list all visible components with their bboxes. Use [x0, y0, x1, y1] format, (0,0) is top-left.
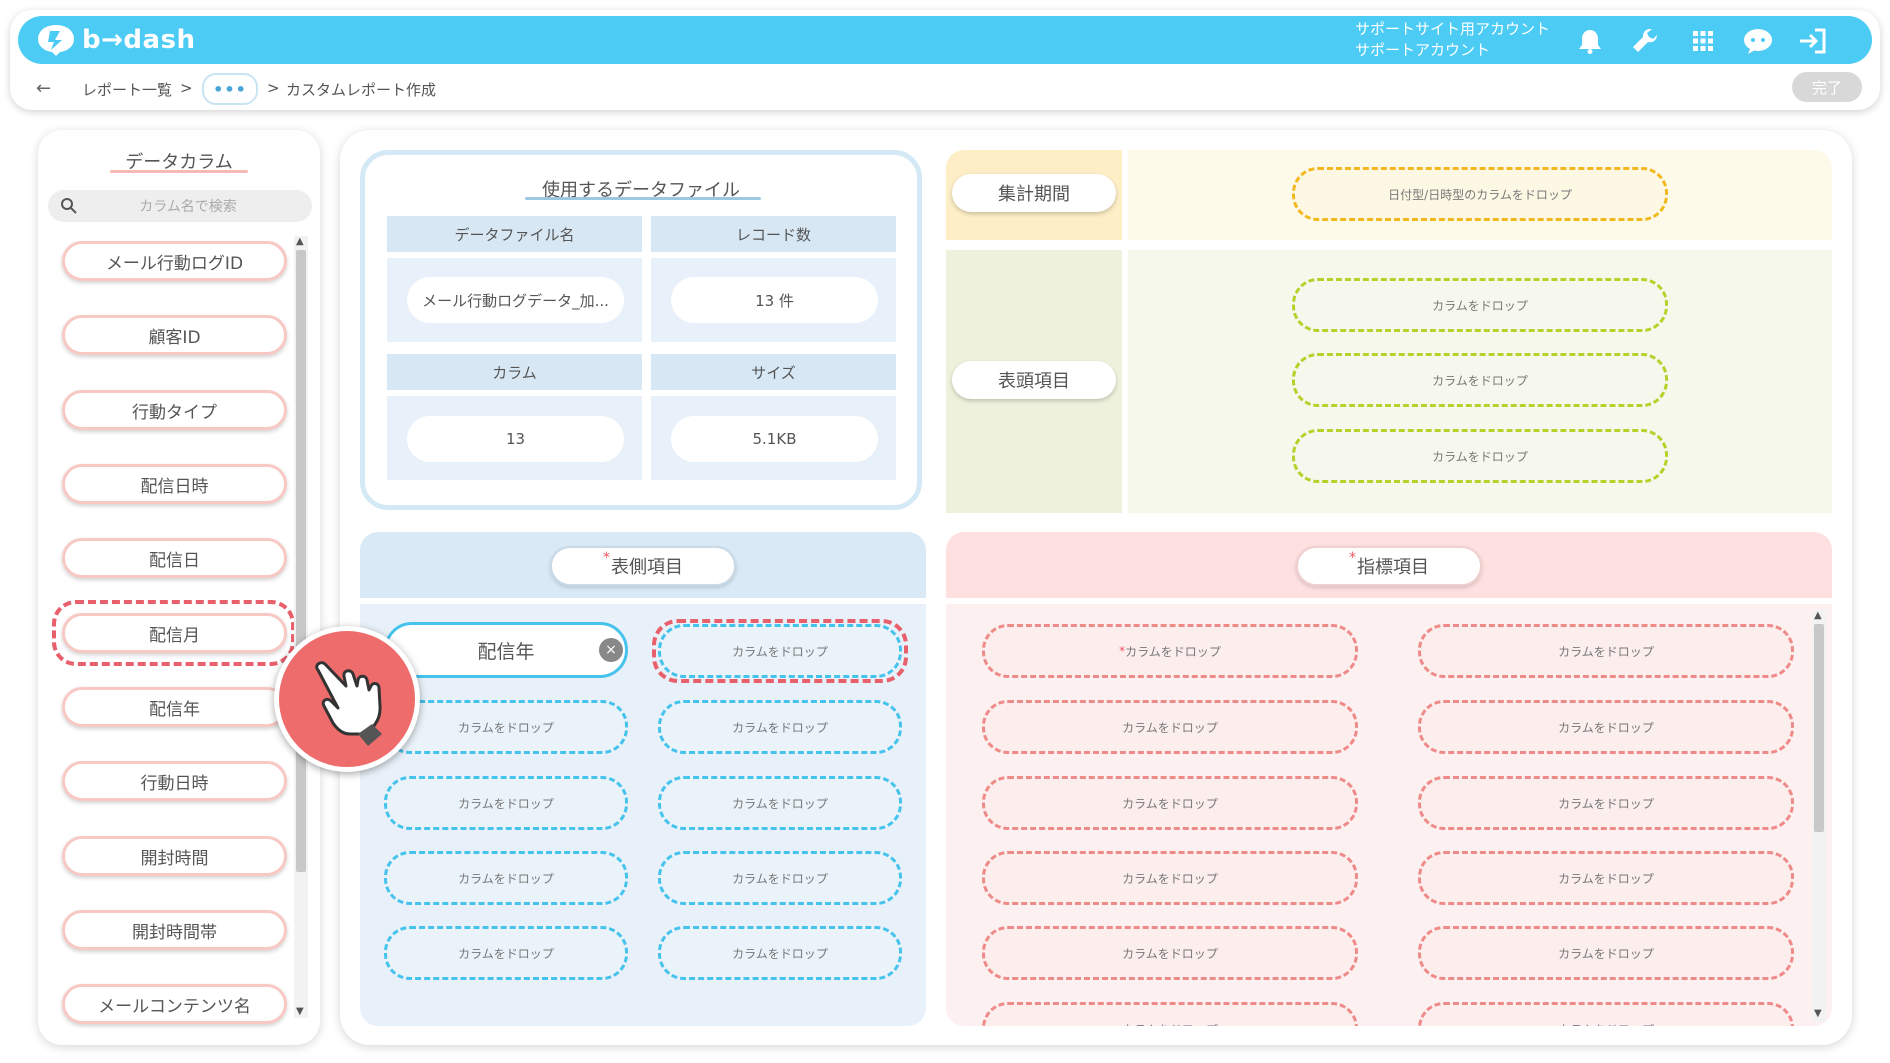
column-item[interactable]: メールコンテンツ名 [62, 984, 287, 1024]
column-item[interactable]: 開封時間帯 [62, 910, 287, 950]
column-search-input[interactable] [86, 192, 290, 222]
header-drop-zone[interactable]: カラムをドロップ [1292, 353, 1668, 407]
record-count-value: 13 件 [671, 277, 878, 323]
row-drop-zone[interactable]: カラムをドロップ [384, 851, 628, 905]
account-site-label: サポートサイト用アカウント [1355, 20, 1551, 38]
header-drop-zone[interactable]: カラムをドロップ [1292, 278, 1668, 332]
chat-bot-icon[interactable] [1741, 24, 1775, 58]
column-item[interactable]: 配信日時 [62, 464, 287, 504]
size-value: 5.1KB [671, 416, 878, 462]
logout-icon[interactable] [1796, 24, 1830, 58]
scrollbar-thumb[interactable] [1814, 624, 1824, 832]
row-drop-zone[interactable]: カラムをドロップ [658, 851, 902, 905]
scrollbar-thumb[interactable] [296, 250, 306, 872]
metric-drop-zone[interactable]: カラムをドロップ [1418, 851, 1794, 905]
breadcrumb-report-list[interactable]: レポート一覧 [82, 79, 172, 100]
metric-drop-zone[interactable]: カラムをドロップ [1418, 700, 1794, 754]
column-item[interactable]: 行動タイプ [62, 390, 287, 430]
done-button[interactable]: 完了 [1792, 72, 1862, 102]
column-item[interactable]: 開封時間 [62, 836, 287, 876]
app-logo[interactable]: b→dash [36, 22, 196, 58]
metric-drop-zone[interactable]: カラムをドロップ [982, 1002, 1358, 1026]
scroll-down-arrow-icon[interactable]: ▼ [1814, 1008, 1822, 1019]
title-underline [110, 170, 248, 173]
title-underline [525, 197, 761, 200]
scroll-down-arrow-icon[interactable]: ▼ [296, 1006, 304, 1017]
file-name-header: データファイル名 [387, 216, 642, 252]
metric-drop-zone[interactable]: カラムをドロップ [982, 926, 1358, 980]
column-count-header: カラム [387, 354, 642, 390]
column-item[interactable]: 配信年 [62, 687, 287, 727]
column-item[interactable]: メール行動ログID [62, 241, 287, 281]
drag-source-highlight [52, 600, 295, 666]
metric-drop-zone[interactable]: カラムをドロップ [1418, 624, 1794, 678]
back-button[interactable]: ← [36, 78, 58, 99]
account-info[interactable]: サポートサイト用アカウント サポートアカウント [1355, 19, 1575, 61]
row-drop-zone[interactable]: カラムをドロップ [658, 700, 902, 754]
search-icon [61, 198, 77, 214]
breadcrumb-more-button[interactable]: ••• [202, 73, 258, 105]
metrics-label-text: 指標項目 [1357, 557, 1429, 578]
metric-drop-text: カラムをドロップ [1125, 644, 1221, 659]
row-drop-zone[interactable]: カラムをドロップ [384, 776, 628, 830]
row-drop-zone[interactable]: カラムをドロップ [658, 776, 902, 830]
row-item-filled[interactable]: 配信年 [384, 622, 628, 678]
record-count-header: レコード数 [651, 216, 896, 252]
metric-drop-zone[interactable]: カラムをドロップ [1418, 926, 1794, 980]
bell-icon[interactable] [1573, 24, 1607, 58]
grid-icon[interactable] [1686, 24, 1720, 58]
size-header: サイズ [651, 354, 896, 390]
row-items-label: * 表側項目 [550, 546, 736, 586]
required-mark: * [603, 550, 610, 566]
column-count-value: 13 [407, 416, 624, 462]
remove-item-icon[interactable]: × [599, 638, 623, 662]
logo-mark-icon [38, 25, 74, 56]
metric-drop-zone[interactable]: カラムをドロップ [982, 776, 1358, 830]
row-items-label-text: 表側項目 [611, 557, 683, 578]
row-drop-zone[interactable]: カラムをドロップ [384, 700, 628, 754]
row-drop-zone[interactable]: カラムをドロップ [658, 926, 902, 980]
file-name-value: メール行動ログデータ_加... [407, 277, 624, 323]
metric-drop-zone[interactable]: カラムをドロップ [1418, 1002, 1794, 1026]
logo-text: b→dash [82, 25, 196, 55]
column-item[interactable]: 顧客ID [62, 315, 287, 355]
breadcrumb-separator: > [180, 79, 193, 97]
account-name: サポートアカウント [1355, 41, 1491, 59]
metric-drop-zone[interactable]: カラムをドロップ [982, 700, 1358, 754]
period-label: 集計期間 [952, 174, 1116, 212]
breadcrumb-separator: > [267, 79, 280, 97]
metric-drop-zone[interactable]: * カラムをドロップ [982, 624, 1358, 678]
drop-target-highlight [652, 619, 908, 683]
row-drop-zone[interactable]: カラムをドロップ [384, 926, 628, 980]
breadcrumb-current-page: カスタムレポート作成 [286, 81, 437, 99]
metrics-label: * 指標項目 [1296, 546, 1482, 586]
metric-drop-zone[interactable]: カラムをドロップ [982, 851, 1358, 905]
required-mark: * [1349, 550, 1356, 566]
scroll-up-arrow-icon[interactable]: ▲ [1814, 610, 1822, 621]
row-item-filled-label: 配信年 [477, 640, 535, 663]
metric-drop-zone[interactable]: カラムをドロップ [1418, 776, 1794, 830]
column-item[interactable]: 配信日 [62, 538, 287, 578]
column-item[interactable]: 行動日時 [62, 761, 287, 801]
metrics-drop-area: * カラムをドロップ カラムをドロップ カラムをドロップ カラムをドロップ カラ… [946, 604, 1832, 1026]
scroll-up-arrow-icon[interactable]: ▲ [296, 236, 304, 247]
header-drop-zone[interactable]: カラムをドロップ [1292, 429, 1668, 483]
period-drop-zone[interactable]: 日付型/日時型のカラムをドロップ [1292, 167, 1668, 221]
hand-pointer-icon [315, 661, 382, 746]
wrench-icon[interactable] [1628, 24, 1662, 58]
header-items-label: 表頭項目 [952, 361, 1116, 399]
